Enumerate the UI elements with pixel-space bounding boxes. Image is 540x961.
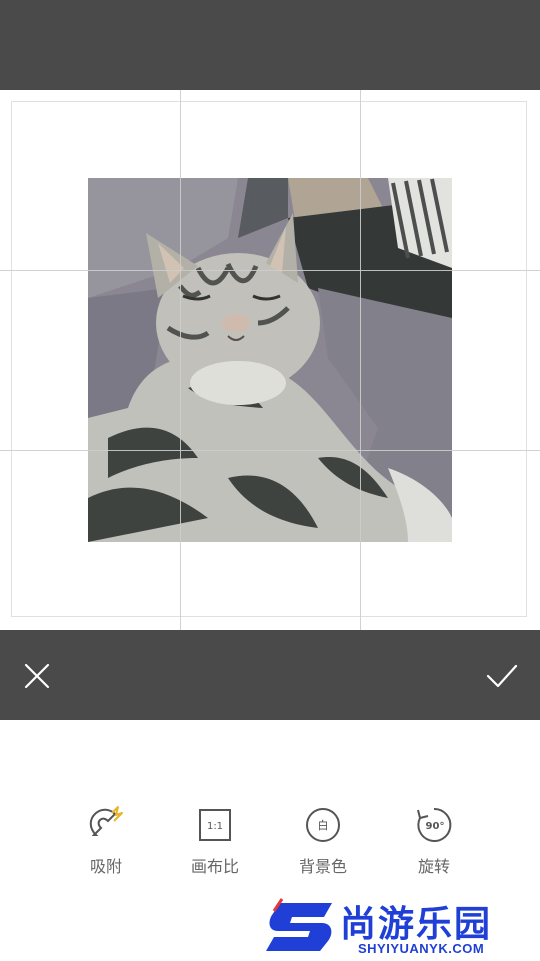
watermark-url: SHYIYUANYK.COM <box>358 941 485 956</box>
magnet-icon <box>86 805 126 845</box>
snap-label: 吸附 <box>89 857 122 876</box>
ratio-glyph: 1:1 <box>207 821 223 832</box>
top-bar <box>0 0 540 90</box>
canvas-ratio-label: 画布比 <box>190 857 239 876</box>
grid-line-vertical-2 <box>360 90 361 630</box>
watermark-logo <box>266 898 332 951</box>
confirm-button[interactable] <box>480 654 524 698</box>
check-icon <box>486 664 518 688</box>
cancel-button[interactable] <box>15 654 59 698</box>
aspect-ratio-icon: 1:1 <box>195 805 235 845</box>
grid-line-horizontal-1 <box>0 270 540 271</box>
grid-line-horizontal-2 <box>0 450 540 451</box>
bg-color-glyph: 白 <box>318 818 329 832</box>
background-color-icon: 白 <box>303 805 343 845</box>
watermark: 尚游乐园 SHYIYUANYK.COM <box>262 893 540 960</box>
background-color-label: 背景色 <box>298 857 347 876</box>
rotate-tool[interactable]: 90° 旋转 <box>394 805 474 895</box>
grid-line-vertical-1 <box>180 90 181 630</box>
snap-tool[interactable]: 吸附 <box>66 805 146 895</box>
action-bar <box>0 630 540 720</box>
background-color-tool[interactable]: 白 背景色 <box>283 805 363 895</box>
canvas-ratio-tool[interactable]: 1:1 画布比 <box>175 805 255 895</box>
cat-photo[interactable] <box>88 178 452 542</box>
close-icon <box>24 663 50 689</box>
watermark-title: 尚游乐园 <box>340 904 493 945</box>
rotate-icon: 90° <box>414 805 454 845</box>
canvas-area[interactable] <box>0 90 540 630</box>
cat-photo-image <box>88 178 452 542</box>
rotate-label: 旋转 <box>417 857 450 876</box>
rotate-glyph: 90° <box>426 821 445 832</box>
